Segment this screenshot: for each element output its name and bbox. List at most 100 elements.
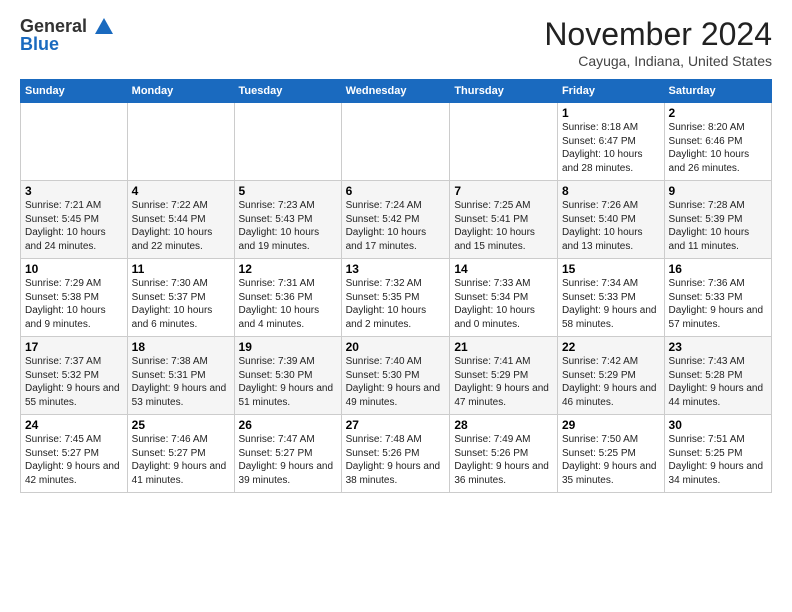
day-number: 10 <box>25 262 123 276</box>
calendar-cell: 21Sunrise: 7:41 AM Sunset: 5:29 PM Dayli… <box>450 337 558 415</box>
day-number: 27 <box>346 418 446 432</box>
day-info: Sunrise: 7:21 AM Sunset: 5:45 PM Dayligh… <box>25 199 123 253</box>
header: General Blue November 2024 Cayuga, India… <box>20 16 772 69</box>
calendar-week-row: 1Sunrise: 8:18 AM Sunset: 6:47 PM Daylig… <box>21 103 772 181</box>
calendar-cell: 9Sunrise: 7:28 AM Sunset: 5:39 PM Daylig… <box>664 181 771 259</box>
day-info: Sunrise: 7:39 AM Sunset: 5:30 PM Dayligh… <box>239 355 337 409</box>
calendar-cell: 17Sunrise: 7:37 AM Sunset: 5:32 PM Dayli… <box>21 337 128 415</box>
day-number: 16 <box>669 262 767 276</box>
calendar-cell: 19Sunrise: 7:39 AM Sunset: 5:30 PM Dayli… <box>234 337 341 415</box>
day-number: 19 <box>239 340 337 354</box>
day-number: 5 <box>239 184 337 198</box>
day-number: 26 <box>239 418 337 432</box>
weekday-header: Sunday <box>21 80 128 103</box>
calendar-cell <box>234 103 341 181</box>
calendar-cell: 20Sunrise: 7:40 AM Sunset: 5:30 PM Dayli… <box>341 337 450 415</box>
calendar-cell: 18Sunrise: 7:38 AM Sunset: 5:31 PM Dayli… <box>127 337 234 415</box>
calendar-cell: 6Sunrise: 7:24 AM Sunset: 5:42 PM Daylig… <box>341 181 450 259</box>
day-number: 1 <box>562 106 660 120</box>
day-number: 13 <box>346 262 446 276</box>
calendar-cell: 11Sunrise: 7:30 AM Sunset: 5:37 PM Dayli… <box>127 259 234 337</box>
calendar-cell: 7Sunrise: 7:25 AM Sunset: 5:41 PM Daylig… <box>450 181 558 259</box>
day-info: Sunrise: 7:49 AM Sunset: 5:26 PM Dayligh… <box>454 433 553 487</box>
day-number: 15 <box>562 262 660 276</box>
day-number: 12 <box>239 262 337 276</box>
calendar-cell: 25Sunrise: 7:46 AM Sunset: 5:27 PM Dayli… <box>127 415 234 493</box>
day-number: 22 <box>562 340 660 354</box>
day-number: 28 <box>454 418 553 432</box>
day-number: 4 <box>132 184 230 198</box>
calendar-cell: 14Sunrise: 7:33 AM Sunset: 5:34 PM Dayli… <box>450 259 558 337</box>
calendar-cell <box>21 103 128 181</box>
weekday-header: Wednesday <box>341 80 450 103</box>
title-block: November 2024 Cayuga, Indiana, United St… <box>544 16 772 69</box>
day-info: Sunrise: 7:46 AM Sunset: 5:27 PM Dayligh… <box>132 433 230 487</box>
day-info: Sunrise: 7:23 AM Sunset: 5:43 PM Dayligh… <box>239 199 337 253</box>
day-number: 24 <box>25 418 123 432</box>
day-info: Sunrise: 7:33 AM Sunset: 5:34 PM Dayligh… <box>454 277 553 331</box>
day-info: Sunrise: 7:45 AM Sunset: 5:27 PM Dayligh… <box>25 433 123 487</box>
calendar-cell: 4Sunrise: 7:22 AM Sunset: 5:44 PM Daylig… <box>127 181 234 259</box>
calendar-cell: 22Sunrise: 7:42 AM Sunset: 5:29 PM Dayli… <box>557 337 664 415</box>
weekday-header-row: SundayMondayTuesdayWednesdayThursdayFrid… <box>21 80 772 103</box>
day-info: Sunrise: 7:24 AM Sunset: 5:42 PM Dayligh… <box>346 199 446 253</box>
logo-icon-shape <box>87 16 116 36</box>
calendar-cell: 13Sunrise: 7:32 AM Sunset: 5:35 PM Dayli… <box>341 259 450 337</box>
day-info: Sunrise: 7:22 AM Sunset: 5:44 PM Dayligh… <box>132 199 230 253</box>
calendar-cell: 23Sunrise: 7:43 AM Sunset: 5:28 PM Dayli… <box>664 337 771 415</box>
day-info: Sunrise: 7:31 AM Sunset: 5:36 PM Dayligh… <box>239 277 337 331</box>
day-info: Sunrise: 7:48 AM Sunset: 5:26 PM Dayligh… <box>346 433 446 487</box>
calendar-body: 1Sunrise: 8:18 AM Sunset: 6:47 PM Daylig… <box>21 103 772 493</box>
weekday-header: Friday <box>557 80 664 103</box>
day-info: Sunrise: 7:50 AM Sunset: 5:25 PM Dayligh… <box>562 433 660 487</box>
day-info: Sunrise: 8:18 AM Sunset: 6:47 PM Dayligh… <box>562 121 660 175</box>
day-info: Sunrise: 7:43 AM Sunset: 5:28 PM Dayligh… <box>669 355 767 409</box>
calendar-cell <box>450 103 558 181</box>
day-number: 18 <box>132 340 230 354</box>
day-info: Sunrise: 7:37 AM Sunset: 5:32 PM Dayligh… <box>25 355 123 409</box>
weekday-header: Thursday <box>450 80 558 103</box>
calendar-cell <box>127 103 234 181</box>
day-number: 11 <box>132 262 230 276</box>
day-number: 2 <box>669 106 767 120</box>
calendar-cell: 10Sunrise: 7:29 AM Sunset: 5:38 PM Dayli… <box>21 259 128 337</box>
calendar-cell: 24Sunrise: 7:45 AM Sunset: 5:27 PM Dayli… <box>21 415 128 493</box>
day-info: Sunrise: 7:41 AM Sunset: 5:29 PM Dayligh… <box>454 355 553 409</box>
day-number: 21 <box>454 340 553 354</box>
location: Cayuga, Indiana, United States <box>544 53 772 69</box>
calendar-cell: 12Sunrise: 7:31 AM Sunset: 5:36 PM Dayli… <box>234 259 341 337</box>
calendar-cell: 28Sunrise: 7:49 AM Sunset: 5:26 PM Dayli… <box>450 415 558 493</box>
day-info: Sunrise: 7:32 AM Sunset: 5:35 PM Dayligh… <box>346 277 446 331</box>
day-info: Sunrise: 7:47 AM Sunset: 5:27 PM Dayligh… <box>239 433 337 487</box>
day-number: 7 <box>454 184 553 198</box>
day-number: 30 <box>669 418 767 432</box>
day-number: 9 <box>669 184 767 198</box>
calendar: SundayMondayTuesdayWednesdayThursdayFrid… <box>20 79 772 493</box>
day-number: 17 <box>25 340 123 354</box>
weekday-header: Saturday <box>664 80 771 103</box>
calendar-cell: 3Sunrise: 7:21 AM Sunset: 5:45 PM Daylig… <box>21 181 128 259</box>
calendar-week-row: 3Sunrise: 7:21 AM Sunset: 5:45 PM Daylig… <box>21 181 772 259</box>
day-info: Sunrise: 7:29 AM Sunset: 5:38 PM Dayligh… <box>25 277 123 331</box>
calendar-week-row: 10Sunrise: 7:29 AM Sunset: 5:38 PM Dayli… <box>21 259 772 337</box>
calendar-cell: 5Sunrise: 7:23 AM Sunset: 5:43 PM Daylig… <box>234 181 341 259</box>
weekday-header: Tuesday <box>234 80 341 103</box>
day-number: 6 <box>346 184 446 198</box>
logo-general: General <box>20 16 87 36</box>
day-number: 3 <box>25 184 123 198</box>
month-title: November 2024 <box>544 16 772 53</box>
day-info: Sunrise: 7:42 AM Sunset: 5:29 PM Dayligh… <box>562 355 660 409</box>
day-number: 14 <box>454 262 553 276</box>
day-info: Sunrise: 8:20 AM Sunset: 6:46 PM Dayligh… <box>669 121 767 175</box>
day-number: 25 <box>132 418 230 432</box>
calendar-cell: 29Sunrise: 7:50 AM Sunset: 5:25 PM Dayli… <box>557 415 664 493</box>
calendar-week-row: 24Sunrise: 7:45 AM Sunset: 5:27 PM Dayli… <box>21 415 772 493</box>
calendar-cell: 26Sunrise: 7:47 AM Sunset: 5:27 PM Dayli… <box>234 415 341 493</box>
day-info: Sunrise: 7:34 AM Sunset: 5:33 PM Dayligh… <box>562 277 660 331</box>
day-number: 20 <box>346 340 446 354</box>
day-info: Sunrise: 7:36 AM Sunset: 5:33 PM Dayligh… <box>669 277 767 331</box>
calendar-cell: 16Sunrise: 7:36 AM Sunset: 5:33 PM Dayli… <box>664 259 771 337</box>
calendar-cell: 15Sunrise: 7:34 AM Sunset: 5:33 PM Dayli… <box>557 259 664 337</box>
day-number: 8 <box>562 184 660 198</box>
day-number: 23 <box>669 340 767 354</box>
